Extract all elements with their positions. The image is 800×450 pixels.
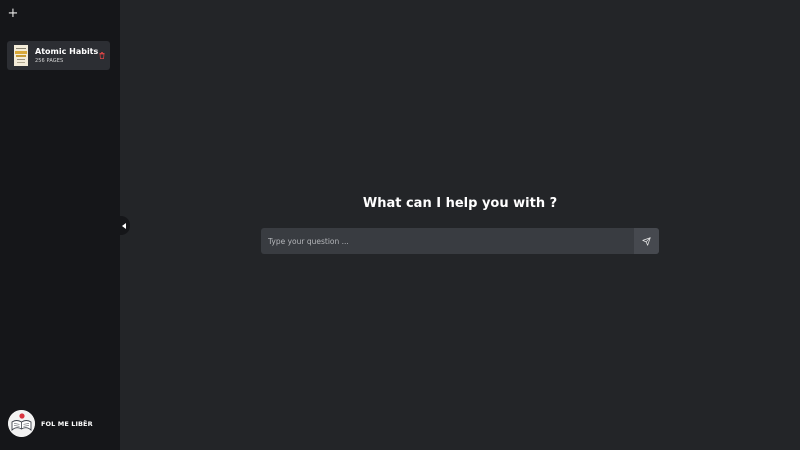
- book-cover-image: [14, 45, 28, 66]
- open-book-logo: [8, 410, 35, 437]
- page-title: What can I help you with ?: [362, 196, 558, 211]
- profile[interactable]: FOL ME LIBËR: [8, 410, 93, 437]
- book-card[interactable]: Atomic Habits 256 PAGES: [7, 41, 110, 70]
- add-book-button[interactable]: +: [7, 6, 19, 20]
- avatar: [8, 410, 35, 437]
- paper-plane-icon: [642, 236, 651, 246]
- chevron-left-icon: [122, 222, 126, 229]
- plus-icon: +: [7, 5, 19, 21]
- question-input[interactable]: [261, 228, 634, 254]
- trash-icon[interactable]: [99, 52, 105, 59]
- question-bar: [261, 228, 659, 254]
- sidebar: + Atomic Habits 256 PAGES FOL ME LIBËR: [0, 0, 120, 450]
- book-info: Atomic Habits 256 PAGES: [35, 47, 98, 65]
- main-panel: What can I help you with ?: [120, 0, 800, 450]
- app-root: + Atomic Habits 256 PAGES FOL ME LIBËR W…: [0, 0, 800, 450]
- profile-name: FOL ME LIBËR: [41, 419, 93, 428]
- book-title: Atomic Habits: [35, 46, 99, 56]
- send-button[interactable]: [634, 228, 659, 254]
- book-page-count: 256 PAGES: [35, 57, 64, 64]
